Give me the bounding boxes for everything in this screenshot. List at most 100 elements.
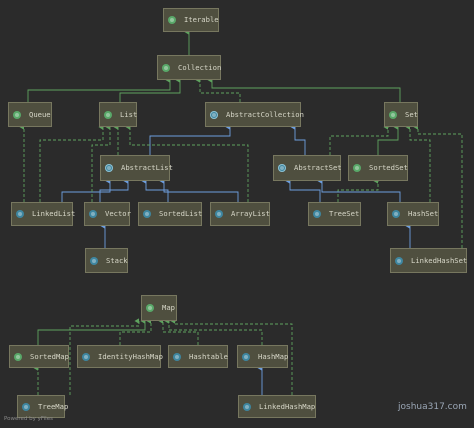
node-vector[interactable]: Vector (84, 202, 131, 226)
node-tree-set[interactable]: TreeSet (308, 202, 361, 226)
edge-sortedmap-map (37, 318, 146, 345)
interface-icon (14, 352, 22, 361)
edge-hashtable-map (158, 318, 199, 345)
node-hash-map[interactable]: HashMap (237, 345, 288, 368)
class-icon (143, 210, 151, 218)
node-queue[interactable]: Queue (8, 102, 52, 127)
node-label: Set (405, 109, 418, 119)
node-linked-hash-set[interactable]: LinkedHashSet (390, 248, 467, 273)
class-diagram: Iterable Collection Queue List AbstractC… (0, 0, 474, 428)
interface-icon (162, 63, 170, 72)
node-label: TreeSet (329, 209, 360, 218)
interface-icon (146, 304, 154, 312)
node-linked-list[interactable]: LinkedList (11, 202, 76, 226)
node-abstract-list[interactable]: AbstractList (100, 155, 173, 181)
pin-icon (32, 405, 34, 408)
node-label: TreeMap (38, 401, 69, 411)
class-icon (395, 256, 403, 265)
pin-icon (100, 259, 102, 262)
node-label: HashSet (408, 209, 439, 218)
pin-icon (24, 355, 26, 358)
pin-icon (225, 213, 227, 215)
node-label: Queue (29, 109, 51, 119)
node-set[interactable]: Set (384, 102, 418, 127)
node-sorted-list[interactable]: SortedList (138, 202, 202, 226)
edge-absset-abscoll (290, 124, 306, 155)
node-label: AbstractCollection (226, 109, 304, 119)
pin-icon (153, 213, 155, 215)
node-map[interactable]: Map (141, 295, 177, 321)
interface-icon (104, 110, 112, 119)
pin-icon (92, 355, 94, 358)
pin-icon (178, 19, 180, 21)
pin-icon (323, 213, 325, 215)
class-icon (243, 402, 251, 411)
edge-sortedlist-abslist (141, 178, 169, 202)
edge-abslist-abscoll (149, 124, 231, 155)
node-label: HashMap (258, 351, 289, 361)
edge-hashset-absset (317, 178, 401, 202)
node-abstract-collection[interactable]: AbstractCollection (205, 102, 304, 127)
node-iterable[interactable]: Iterable (163, 8, 219, 32)
edge-hashmap-map (164, 318, 263, 345)
node-array-list[interactable]: ArrayList (210, 202, 270, 226)
node-label: LinkedHashMap (259, 401, 316, 411)
pin-icon (26, 213, 28, 215)
abstract-class-icon (210, 110, 218, 119)
node-label: SortedList (159, 209, 203, 218)
edge-treeset-absset (285, 178, 321, 202)
interface-icon (353, 164, 361, 172)
edge-queue-collection (27, 77, 171, 102)
class-icon (90, 256, 98, 265)
pin-icon (220, 113, 222, 116)
abstract-class-icon (105, 164, 113, 172)
node-label: LinkedHashSet (411, 255, 468, 265)
node-collection[interactable]: Collection (157, 55, 221, 80)
edge-ihm-map (119, 318, 152, 345)
pin-icon (115, 167, 117, 169)
watermark: joshua317.com (398, 402, 467, 412)
class-icon (173, 352, 181, 361)
node-sorted-set[interactable]: SortedSet (348, 155, 408, 181)
pin-icon (99, 213, 101, 215)
edge-arraylist-abslist (159, 178, 239, 202)
edge-absset-set (329, 124, 389, 155)
node-sorted-map[interactable]: SortedMap (9, 345, 69, 368)
pin-icon (288, 167, 290, 169)
node-identity-hash-map[interactable]: IdentityHashMap (77, 345, 163, 368)
node-list[interactable]: List (99, 102, 137, 127)
node-stack[interactable]: Stack (85, 248, 128, 273)
node-label: Stack (106, 255, 128, 265)
class-icon (242, 352, 250, 361)
node-label: ArrayList (231, 209, 270, 218)
node-tree-map[interactable]: TreeMap (17, 395, 69, 418)
node-abstract-set[interactable]: AbstractSet (273, 155, 342, 181)
node-hashtable[interactable]: Hashtable (168, 345, 228, 368)
node-label: AbstractList (121, 163, 173, 172)
edge-hashset-set (405, 124, 431, 202)
pin-icon (23, 113, 25, 116)
node-hash-set[interactable]: HashSet (387, 202, 439, 226)
edge-vector-abslist (99, 178, 129, 202)
interface-icon (13, 110, 21, 119)
class-icon (313, 210, 321, 218)
node-linked-hash-map[interactable]: LinkedHashMap (238, 395, 316, 418)
edge-abscoll-collection (195, 77, 241, 102)
abstract-class-icon (278, 164, 286, 172)
node-label: Map (162, 303, 175, 312)
edge-treeset-sortedset (337, 178, 379, 202)
node-label: Iterable (184, 15, 219, 24)
node-label: Vector (105, 209, 131, 218)
pin-icon (405, 259, 407, 262)
class-icon (22, 402, 30, 411)
node-label: SortedMap (30, 351, 69, 361)
class-icon (215, 210, 223, 218)
node-label: AbstractSet (294, 163, 342, 172)
class-icon (392, 210, 400, 218)
powered-by-caption: Powered by yFiles (4, 416, 53, 422)
interface-icon (389, 110, 397, 119)
class-icon (89, 210, 97, 218)
class-icon (82, 352, 90, 361)
node-label: IdentityHashMap (98, 351, 163, 361)
node-label: LinkedList (32, 209, 76, 218)
